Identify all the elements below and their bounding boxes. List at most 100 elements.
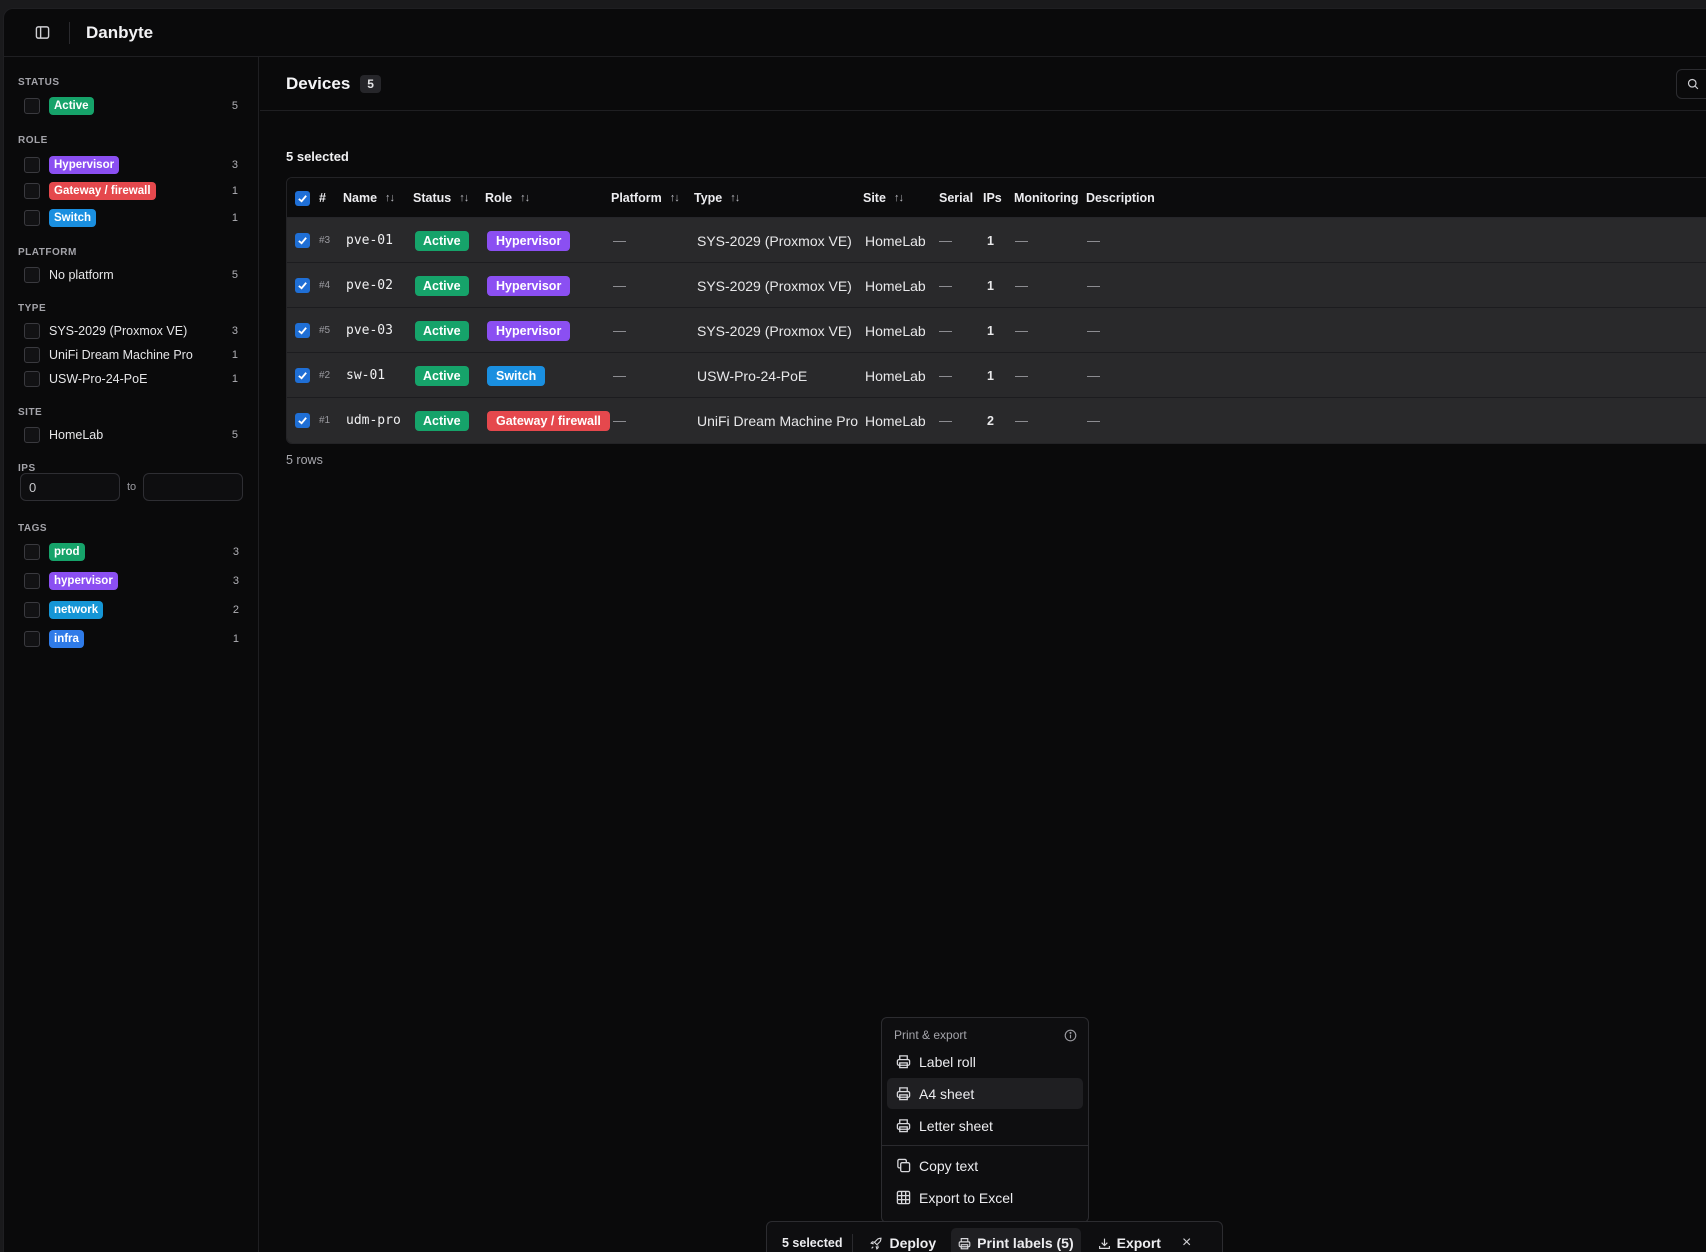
menu-item-label: Label roll <box>919 1053 976 1070</box>
column-role[interactable]: Role ↑↓ <box>485 178 530 218</box>
checkbox[interactable] <box>24 98 40 114</box>
filter-section-title: Site <box>18 407 43 418</box>
device-name[interactable]: pve-03 <box>346 308 393 353</box>
checkbox[interactable] <box>24 544 40 560</box>
filter-item-type[interactable]: USW-Pro-24-PoE 1 <box>24 366 238 392</box>
checkbox[interactable] <box>24 157 40 173</box>
table-row[interactable]: #4 pve-02 Active Hypervisor — SYS-2029 (Proxm… <box>287 263 1706 308</box>
column-label: Site <box>863 191 886 205</box>
sort-icon[interactable]: ↑↓ <box>730 192 740 204</box>
menu-header: Print & export <box>887 1025 1083 1045</box>
search-button[interactable] <box>1676 69 1706 99</box>
filter-label: No platform <box>49 268 114 282</box>
description-value: — <box>1087 278 1100 293</box>
filter-item-tag-prod[interactable]: prod 3 <box>24 539 239 565</box>
type-value: SYS-2029 (Proxmox VE) <box>697 322 852 339</box>
monitoring-value: — <box>1015 368 1028 383</box>
row-checkbox[interactable] <box>295 308 310 353</box>
deploy-button[interactable]: Deploy <box>863 1228 943 1252</box>
menu-item-label-roll[interactable]: Label roll <box>887 1046 1083 1077</box>
device-name[interactable]: sw-01 <box>346 353 385 398</box>
filter-item-active[interactable]: Active 5 <box>24 93 238 119</box>
table-row[interactable]: #5 pve-03 Active Hypervisor — SYS-2029 (Proxm… <box>287 308 1706 353</box>
close-icon[interactable]: × <box>1182 1234 1191 1252</box>
device-name[interactable]: pve-02 <box>346 263 393 308</box>
export-button[interactable]: Export <box>1091 1228 1168 1252</box>
row-checkbox[interactable] <box>295 263 310 308</box>
checkbox[interactable] <box>24 183 40 199</box>
menu-item-letter-sheet[interactable]: Letter sheet <box>887 1110 1083 1141</box>
table-row[interactable]: #1 udm-pro Active Gateway / firewall — UniFi … <box>287 398 1706 443</box>
checkbox[interactable] <box>24 573 40 589</box>
site-value[interactable]: HomeLab <box>865 308 926 353</box>
type-value: SYS-2029 (Proxmox VE) <box>697 277 852 294</box>
checkbox[interactable] <box>24 631 40 647</box>
info-icon[interactable] <box>1064 1029 1077 1042</box>
table-row[interactable]: #3 pve-01 Active Hypervisor — SYS-2029 (Proxm… <box>287 218 1706 263</box>
print-labels-button[interactable]: Print labels (5) <box>951 1228 1081 1252</box>
filter-item-tag-network[interactable]: network 2 <box>24 597 239 623</box>
column-name[interactable]: Name ↑↓ <box>343 178 395 218</box>
column-status[interactable]: Status ↑↓ <box>413 178 469 218</box>
row-checkbox[interactable] <box>295 398 310 443</box>
filter-count: 1 <box>231 373 238 385</box>
site-value[interactable]: HomeLab <box>865 263 926 308</box>
divider <box>852 1234 854 1252</box>
sort-icon[interactable]: ↑↓ <box>894 192 904 204</box>
page-header: Devices 5 <box>260 57 1706 111</box>
checkbox[interactable] <box>24 602 40 618</box>
filter-item-type[interactable]: SYS-2029 (Proxmox VE) 3 <box>24 318 238 344</box>
column-site[interactable]: Site ↑↓ <box>863 178 904 218</box>
site-value[interactable]: HomeLab <box>865 353 926 398</box>
table-icon <box>896 1190 911 1205</box>
column-description: Description <box>1086 191 1155 205</box>
download-icon <box>1098 1238 1110 1249</box>
ips-min-input[interactable] <box>20 473 120 501</box>
tag-badge: hypervisor <box>49 572 118 590</box>
menu-item-export-excel[interactable]: Export to Excel <box>887 1182 1083 1213</box>
site-value[interactable]: HomeLab <box>865 398 926 443</box>
sidebar-toggle-icon[interactable] <box>31 22 53 44</box>
ips-value: 1 <box>987 278 994 293</box>
row-checkbox[interactable] <box>295 353 310 398</box>
sort-icon[interactable]: ↑↓ <box>459 192 469 204</box>
filter-item-gateway[interactable]: Gateway / firewall 1 <box>24 178 238 204</box>
serial-value: — <box>939 368 952 383</box>
sort-icon[interactable]: ↑↓ <box>670 192 680 204</box>
menu-item-label: Letter sheet <box>919 1117 993 1134</box>
ips-max-input[interactable] <box>143 473 244 501</box>
page-title: Devices <box>286 73 351 93</box>
description-value: — <box>1087 413 1100 428</box>
filter-label: USW-Pro-24-PoE <box>49 372 148 386</box>
checkbox[interactable] <box>24 210 40 226</box>
checkbox[interactable] <box>24 347 40 363</box>
filter-item-tag-hypervisor[interactable]: hypervisor 3 <box>24 568 239 594</box>
devices-table: # Name ↑↓ Status ↑↓ Role ↑↓ Platform ↑↓ Type… <box>286 177 1706 444</box>
filter-item-switch[interactable]: Switch 1 <box>24 205 238 231</box>
column-platform[interactable]: Platform ↑↓ <box>611 178 680 218</box>
checkbox[interactable] <box>24 371 40 387</box>
menu-item-a4-sheet[interactable]: A4 sheet <box>887 1078 1083 1109</box>
filter-item-type[interactable]: UniFi Dream Machine Pro 1 <box>24 342 238 368</box>
type-value: UniFi Dream Machine Pro <box>697 412 859 429</box>
checkbox[interactable] <box>24 427 40 443</box>
filter-item-hypervisor[interactable]: Hypervisor 3 <box>24 152 238 178</box>
select-all-checkbox[interactable] <box>295 178 310 218</box>
sort-icon[interactable]: ↑↓ <box>520 192 530 204</box>
column-type[interactable]: Type ↑↓ <box>694 178 740 218</box>
menu-item-copy-text[interactable]: Copy text <box>887 1150 1083 1181</box>
filter-item-tag-infra[interactable]: infra 1 <box>24 626 239 652</box>
row-checkbox[interactable] <box>295 218 310 263</box>
serial-value: — <box>939 413 952 428</box>
device-name[interactable]: udm-pro <box>346 398 401 443</box>
printer-icon <box>958 1237 971 1249</box>
description-value: — <box>1087 368 1100 383</box>
table-row[interactable]: #2 sw-01 Active Switch — USW-Pro-24-PoE HomeLa… <box>287 353 1706 398</box>
device-name[interactable]: pve-01 <box>346 218 393 263</box>
filter-item-homelab[interactable]: HomeLab 5 <box>24 422 238 448</box>
sort-icon[interactable]: ↑↓ <box>385 192 395 204</box>
checkbox[interactable] <box>24 267 40 283</box>
filter-item-no-platform[interactable]: No platform 5 <box>24 262 238 288</box>
checkbox[interactable] <box>24 323 40 339</box>
site-value[interactable]: HomeLab <box>865 218 926 263</box>
